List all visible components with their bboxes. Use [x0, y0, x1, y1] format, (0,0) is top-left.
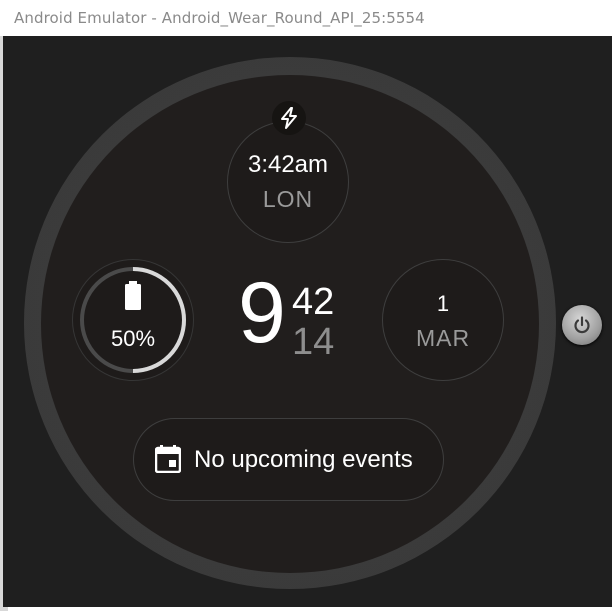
lightning-bolt-icon: [281, 107, 297, 129]
time-minutes: 42: [292, 281, 335, 323]
world-clock-complication[interactable]: [227, 121, 349, 243]
calendar-icon: [155, 445, 181, 473]
battery-icon: [125, 281, 141, 310]
date-complication[interactable]: [382, 259, 504, 381]
world-clock-city: LON: [262, 186, 314, 212]
events-text: No upcoming events: [194, 446, 413, 473]
lightning-bolt-badge: [272, 101, 306, 135]
title-bar[interactable]: Android Emulator - Android_Wear_Round_AP…: [0, 0, 616, 36]
date-month: MAR: [415, 325, 471, 351]
emulator-window: Android Emulator - Android_Wear_Round_AP…: [0, 0, 616, 611]
world-clock-time: 3:42am: [247, 151, 329, 178]
time-hour: 9: [238, 265, 286, 361]
battery-percentage: 50%: [110, 326, 156, 351]
window-title: Android Emulator - Android_Wear_Round_AP…: [14, 9, 425, 27]
power-button[interactable]: [562, 305, 602, 345]
date-day: 1: [436, 291, 450, 316]
time-seconds: 14: [292, 321, 335, 363]
power-icon: [574, 316, 590, 334]
